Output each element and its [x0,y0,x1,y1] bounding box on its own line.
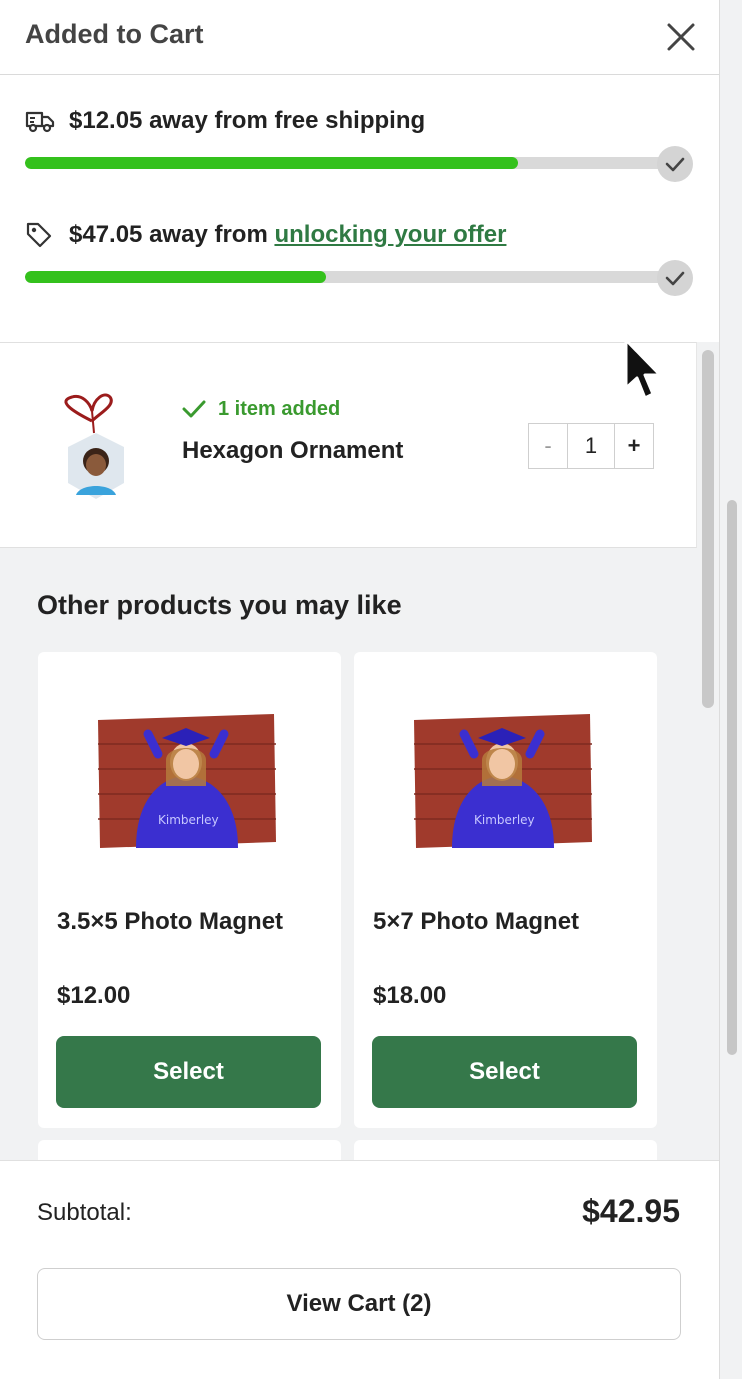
cart-title: Added to Cart [25,19,204,49]
shipping-progress-bar [25,146,695,182]
unlock-offer-link[interactable]: unlocking your offer [274,221,506,248]
product-name[interactable]: 5×7 Photo Magnet [373,908,579,936]
subtotal-value: $42.95 [582,1193,680,1229]
product-card: Kimberley 3.5×5 Photo Magnet $12.00 Sele… [38,652,341,1128]
quantity-stepper: - 1 + [528,423,654,469]
cart-header: Added to Cart [0,0,719,75]
product-card: Kimberley 5×7 Photo Magnet $18.00 Select [354,652,657,1128]
offer-progress: $47.05 away from unlocking your offer [25,220,695,296]
quantity-increase-button[interactable]: + [615,424,653,468]
subtotal-label: Subtotal: [37,1199,132,1226]
offer-amount: $47.05 [69,221,143,248]
shipping-text: away from free shipping [142,107,426,134]
page-scrollbar-thumb[interactable] [727,500,737,1055]
product-name[interactable]: 3.5×5 Photo Magnet [57,908,283,936]
added-status: 1 item added [182,398,340,421]
offer-progress-bar [25,260,695,296]
check-icon [657,146,693,182]
page-background-strip [720,0,742,1379]
ornament-thumbnail [52,391,132,501]
offer-message: $47.05 away from unlocking your offer [69,221,506,249]
cart-drawer: Added to Cart $12.05 away from free ship… [0,0,720,1379]
drawer-scrollbar[interactable] [700,346,716,1058]
offer-progress-fill [25,271,326,283]
select-button[interactable]: Select [56,1036,321,1108]
checkmark-icon [182,399,208,421]
product-image[interactable]: Kimberley [412,714,594,848]
tag-icon [25,221,55,249]
product-price: $12.00 [57,982,131,1009]
mouse-cursor-icon [622,338,666,404]
truck-icon [25,107,55,135]
shipping-progress: $12.05 away from free shipping [25,106,695,182]
product-price: $18.00 [373,982,447,1009]
check-icon [657,260,693,296]
cart-footer: Subtotal: $42.95 View Cart (2) [0,1160,719,1379]
recommendations-title: Other products you may like [37,590,402,620]
quantity-decrease-button[interactable]: - [529,424,567,468]
added-item-card: 1 item added Hexagon Ornament - 1 + [0,342,697,548]
offer-text: away from [142,221,275,248]
product-image[interactable]: Kimberley [96,714,278,848]
cart-scroll-area[interactable]: 1 item added Hexagon Ornament - 1 + Othe… [0,342,719,1160]
product-card [354,1140,657,1160]
view-cart-button[interactable]: View Cart (2) [37,1268,681,1340]
svg-text:Kimberley: Kimberley [158,813,219,827]
svg-text:Kimberley: Kimberley [474,813,535,827]
product-card [38,1140,341,1160]
shipping-amount: $12.05 [69,107,143,134]
added-status-text: 1 item added [218,398,341,420]
item-name: Hexagon Ornament [182,437,404,464]
shipping-message: $12.05 away from free shipping [69,107,425,135]
drawer-scrollbar-thumb[interactable] [702,350,714,708]
select-button[interactable]: Select [372,1036,637,1108]
close-icon[interactable] [662,18,700,56]
shipping-progress-fill [25,157,518,169]
quantity-value[interactable]: 1 [567,424,615,468]
